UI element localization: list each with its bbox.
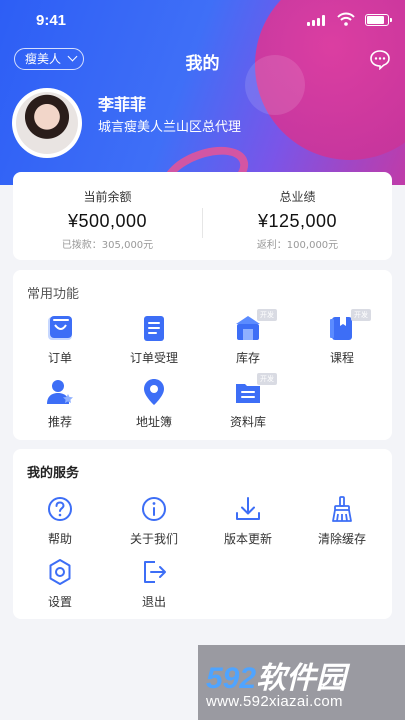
common-functions-card: 常用功能 订单 订单受理 开发 库存 开发 课程 推荐 地址簿 开发 资料库 [13,270,392,440]
function-inventory-label: 库存 [235,351,260,365]
order-accept-icon [144,316,164,341]
status-time: 9:41 [36,12,67,29]
current-balance[interactable]: 当前余额 ¥500,000 已拨款：305,000元 [13,172,202,260]
function-order-accept[interactable]: 订单受理 [107,313,201,373]
help-icon [48,497,72,521]
order-icon [48,316,72,340]
service-version-update[interactable]: 版本更新 [201,494,295,554]
total-performance-label: 总业绩 [279,190,316,204]
function-order-accept-label: 订单受理 [129,351,178,365]
address-book-icon [144,379,164,405]
dev-badge: 开发 [257,309,277,321]
user-title: 城言瘦美人兰山区总代理 [98,120,242,135]
service-about-us-label: 关于我们 [129,532,178,546]
function-address-book-label: 地址簿 [135,415,172,429]
user-name: 李菲菲 [98,95,147,114]
service-settings[interactable]: 设置 [13,557,107,617]
allocated-amount: 已拨款：305,000元 [61,240,154,251]
service-settings-label: 设置 [47,595,72,609]
site-watermark: 592软件园 www.592xiazai.com [198,645,405,720]
total-performance-amount: ¥125,000 [257,211,338,231]
service-clear-cache-label: 清除缓存 [317,532,366,546]
service-help-label: 帮助 [47,532,72,546]
download-icon [236,497,260,520]
service-about-us[interactable]: 关于我们 [107,494,201,554]
service-logout-label: 退出 [141,595,166,609]
message-icon[interactable] [369,48,391,70]
function-address-book[interactable]: 地址簿 [107,377,201,437]
current-balance-amount: ¥500,000 [67,211,148,231]
total-performance[interactable]: 总业绩 ¥125,000 返利：100,000元 [203,172,392,260]
recommend-icon [47,380,73,404]
wifi-icon [337,12,355,26]
function-recommend-label: 推荐 [47,415,72,429]
watermark-url: www.592xiazai.com [206,693,343,710]
function-order[interactable]: 订单 [13,313,107,373]
function-inventory[interactable]: 开发 库存 [201,309,295,373]
page-title: 我的 [185,54,220,74]
battery-icon [365,14,392,26]
service-clear-cache[interactable]: 清除缓存 [295,494,389,554]
dev-badge: 开发 [257,373,277,385]
broom-icon [332,496,352,522]
my-services-title: 我的服务 [27,466,80,481]
balance-card: 当前余额 ¥500,000 已拨款：305,000元 总业绩 ¥125,000 … [13,172,392,260]
logout-icon [144,561,166,583]
info-icon [142,497,166,521]
function-recommend[interactable]: 推荐 [13,377,107,437]
watermark-logo: 592软件园 [206,662,347,695]
avatar[interactable] [12,88,82,158]
rebate-amount: 返利：100,000元 [256,240,339,251]
status-bar: 9:41 [0,0,405,40]
function-library[interactable]: 开发 资料库 [201,373,295,437]
function-order-label: 订单 [47,351,72,365]
current-balance-label: 当前余额 [83,190,132,204]
signal-icon [307,15,327,26]
service-version-update-label: 版本更新 [223,532,272,546]
settings-icon [49,559,71,585]
function-course[interactable]: 开发 课程 [295,309,389,373]
service-help[interactable]: 帮助 [13,494,107,554]
common-functions-title: 常用功能 [27,287,80,302]
profile-header: 9:41 瘦美人 我的 李菲菲 城言瘦美人兰山区总代理 [0,0,405,185]
function-library-label: 资料库 [229,415,266,429]
my-services-card: 我的服务 帮助 关于我们 版本更新 清除缓存 设置 退出 [13,449,392,619]
function-course-label: 课程 [329,351,354,365]
service-logout[interactable]: 退出 [107,557,201,617]
dev-badge: 开发 [351,309,371,321]
